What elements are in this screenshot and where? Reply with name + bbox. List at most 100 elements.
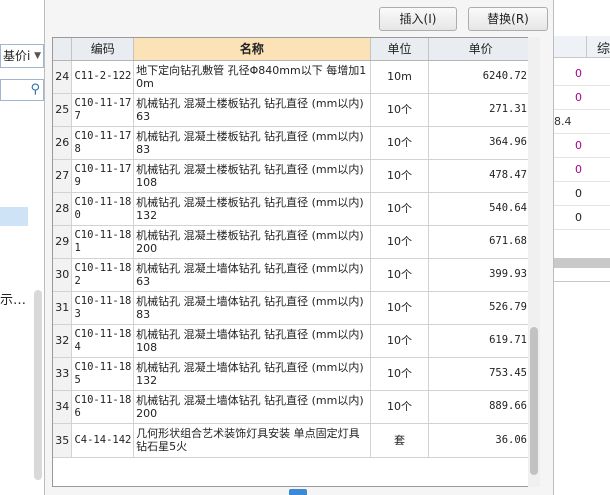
price-cell: 753.45 [428, 357, 533, 391]
price-cell: 671.68 [428, 225, 533, 259]
code-cell: C4-14-142 [71, 423, 135, 458]
unit-cell: 10个 [370, 225, 430, 259]
right-grid-cell: 0 [575, 211, 582, 224]
code-cell: C10-11-183 [71, 291, 135, 325]
name-cell: 机械钻孔 混凝土墙体钻孔 钻孔直径 (mm以内)132 [133, 357, 371, 391]
table-row[interactable]: 25 C10-11-177 机械钻孔 混凝土楼板钻孔 钻孔直径 (mm以内)63 10… [53, 93, 533, 127]
column-header-code[interactable]: 编码 [71, 38, 135, 61]
table-row[interactable]: 26 C10-11-178 机械钻孔 混凝土楼板钻孔 钻孔直径 (mm以内)83 10… [53, 126, 533, 160]
name-cell: 机械钻孔 混凝土楼板钻孔 钻孔直径 (mm以内)200 [133, 225, 371, 259]
row-index-cell: 34 [53, 390, 73, 424]
right-grid-row[interactable]: 0 [549, 182, 610, 206]
price-cell: 478.47 [428, 159, 533, 193]
price-cell: 399.93 [428, 258, 533, 292]
column-header-price[interactable]: 单价 [428, 38, 533, 61]
unit-cell: 10个 [370, 93, 430, 127]
right-grid-row[interactable]: 0 [549, 134, 610, 158]
filter-icon[interactable]: ⚲ [30, 82, 40, 97]
row-index-cell: 30 [53, 258, 73, 292]
code-cell: C10-11-184 [71, 324, 135, 358]
code-cell: C10-11-177 [71, 93, 135, 127]
name-cell: 机械钻孔 混凝土楼板钻孔 钻孔直径 (mm以内)63 [133, 93, 371, 127]
unit-cell: 10个 [370, 324, 430, 358]
header-divider [586, 36, 587, 58]
price-cell: 271.31 [428, 93, 533, 127]
name-cell: 机械钻孔 混凝土墙体钻孔 钻孔直径 (mm以内)83 [133, 291, 371, 325]
table-row[interactable]: 31 C10-11-183 机械钻孔 混凝土墙体钻孔 钻孔直径 (mm以内)83 10… [53, 291, 533, 325]
price-cell: 619.71 [428, 324, 533, 358]
table-vertical-scrollbar[interactable] [528, 37, 540, 487]
code-cell: C10-11-185 [71, 357, 135, 391]
unit-cell: 套 [370, 423, 430, 458]
code-cell: C10-11-182 [71, 258, 135, 292]
table-header-row: 编码 名称 单位 单价 [53, 38, 533, 61]
table-row[interactable]: 30 C10-11-182 机械钻孔 混凝土墙体钻孔 钻孔直径 (mm以内)63 10… [53, 258, 533, 292]
table-row[interactable]: 34 C10-11-186 机械钻孔 混凝土墙体钻孔 钻孔直径 (mm以内)200 1… [53, 390, 533, 424]
row-index-cell: 26 [53, 126, 73, 160]
price-type-combo[interactable]: 基价i ▼ [0, 44, 44, 68]
row-index-cell: 35 [53, 423, 73, 458]
right-grid-row[interactable]: 0 [549, 86, 610, 110]
unit-cell: 10个 [370, 159, 430, 193]
table-row[interactable]: 35 C4-14-142 几何形状组合艺术装饰灯具安装 单点固定灯具 钻石星5火套 3… [53, 423, 533, 458]
right-grid-header-col: 综 [597, 42, 610, 57]
price-cell: 526.79 [428, 291, 533, 325]
row-index-cell: 25 [53, 93, 73, 127]
column-header-name[interactable]: 名称 [133, 38, 371, 61]
code-cell: C10-11-186 [71, 390, 135, 424]
code-cell: C10-11-181 [71, 225, 135, 259]
replace-button[interactable]: 替换(R) [468, 7, 548, 31]
name-cell: 机械钻孔 混凝土墙体钻孔 钻孔直径 (mm以内)200 [133, 390, 371, 424]
price-cell: 6240.72 [428, 60, 533, 94]
quota-lookup-dialog: 插入(I) 替换(R) 编码 名称 单位 单价 24 C11-2-122 地下定向钻… [44, 0, 554, 495]
tree-selected-item[interactable] [0, 207, 28, 226]
quota-table-body: 编码 名称 单位 单价 24 C11-2-122 地下定向钻孔敷管 孔径Φ840mm… [53, 38, 533, 458]
scrollbar-thumb[interactable] [530, 327, 538, 475]
table-row[interactable]: 27 C10-11-179 机械钻孔 混凝土楼板钻孔 钻孔直径 (mm以内)108 1… [53, 159, 533, 193]
insert-button[interactable]: 插入(I) [379, 7, 457, 31]
right-grid-row[interactable]: 0 [549, 206, 610, 230]
unit-cell: 10个 [370, 126, 430, 160]
right-grid-row[interactable]: 0 [549, 62, 610, 86]
name-cell: 机械钻孔 混凝土楼板钻孔 钻孔直径 (mm以内)132 [133, 192, 371, 226]
name-cell: 地下定向钻孔敷管 孔径Φ840mm以下 每增加10m [133, 60, 371, 94]
price-type-combo-value: 基价i [3, 49, 31, 63]
price-cell: 540.64 [428, 192, 533, 226]
row-index-cell: 29 [53, 225, 73, 259]
row-index-cell: 28 [53, 192, 73, 226]
right-grid-cell: 0 [575, 139, 582, 152]
quota-table: 编码 名称 单位 单价 24 C11-2-122 地下定向钻孔敷管 孔径Φ840mm… [52, 37, 534, 487]
name-cell: 机械钻孔 混凝土楼板钻孔 钻孔直径 (mm以内)108 [133, 159, 371, 193]
price-cell: 36.06 [428, 423, 533, 458]
left-search-input[interactable]: ⚲ [0, 79, 44, 101]
row-index-cell: 32 [53, 324, 73, 358]
code-cell: C10-11-179 [71, 159, 135, 193]
column-header-unit[interactable]: 单位 [370, 38, 430, 61]
unit-cell: 10m [370, 60, 430, 94]
table-row[interactable]: 28 C10-11-180 机械钻孔 混凝土楼板钻孔 钻孔直径 (mm以内)132 1… [53, 192, 533, 226]
code-cell: C10-11-180 [71, 192, 135, 226]
table-row[interactable]: 29 C10-11-181 机械钻孔 混凝土楼板钻孔 钻孔直径 (mm以内)200 1… [53, 225, 533, 259]
background-left-panel: 基价i ▼ ⚲ 示… [0, 0, 50, 495]
tree-item-label[interactable]: 示… [0, 289, 26, 308]
chevron-down-icon[interactable]: ▼ [34, 45, 41, 67]
expand-handle-icon[interactable] [289, 489, 307, 495]
table-row[interactable]: 32 C10-11-184 机械钻孔 混凝土墙体钻孔 钻孔直径 (mm以内)108 1… [53, 324, 533, 358]
name-cell: 机械钻孔 混凝土墙体钻孔 钻孔直径 (mm以内)108 [133, 324, 371, 358]
unit-cell: 10个 [370, 258, 430, 292]
right-grid-row[interactable]: 98.4 [547, 110, 610, 134]
code-cell: C10-11-178 [71, 126, 135, 160]
unit-cell: 10个 [370, 291, 430, 325]
column-header-index[interactable] [53, 38, 73, 61]
table-row[interactable]: 24 C11-2-122 地下定向钻孔敷管 孔径Φ840mm以下 每增加10m 10m… [53, 60, 533, 94]
right-grid-cell: 0 [575, 163, 582, 176]
left-scrollbar[interactable] [34, 290, 42, 480]
right-panel-splitter[interactable] [549, 258, 610, 268]
price-cell: 364.96 [428, 126, 533, 160]
table-row[interactable]: 33 C10-11-185 机械钻孔 混凝土墙体钻孔 钻孔直径 (mm以内)132 1… [53, 357, 533, 391]
right-grid-header: 综 [549, 36, 610, 58]
right-grid-cell: 0 [575, 91, 582, 104]
price-cell: 889.66 [428, 390, 533, 424]
row-index-cell: 27 [53, 159, 73, 193]
right-grid-row[interactable]: 0 [549, 158, 610, 182]
